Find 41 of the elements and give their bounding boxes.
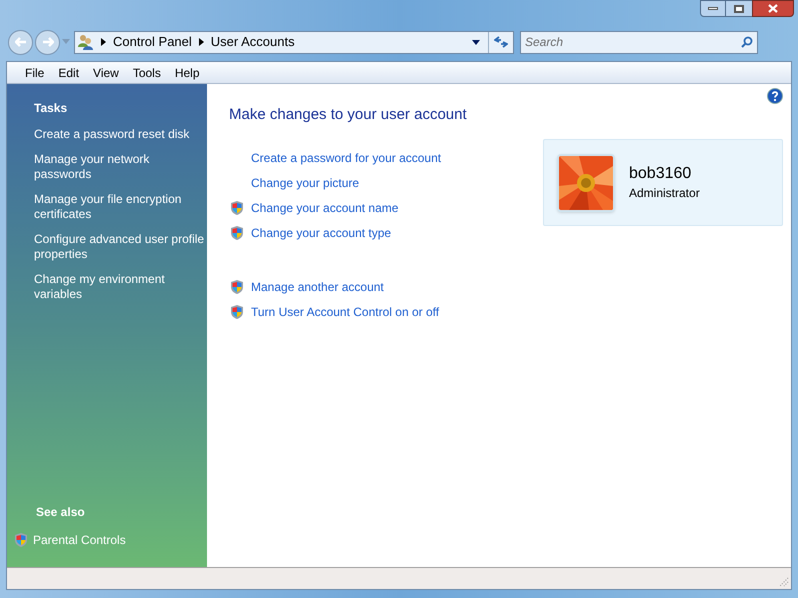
task-link[interactable]: Configure advanced user profile properties	[34, 232, 206, 262]
menu-item[interactable]: View	[87, 64, 125, 82]
dropdown-icon[interactable]	[472, 40, 480, 44]
see-also-heading: See also	[36, 504, 86, 521]
account-type: Administrator	[629, 184, 700, 202]
task-link[interactable]: Change your account name	[251, 198, 398, 216]
task-link[interactable]: Manage your network passwords	[34, 152, 206, 182]
task-link[interactable]: Manage your file encryption certificates	[34, 192, 206, 222]
breadcrumb[interactable]: Control Panel	[113, 32, 192, 52]
account-name: bob3160	[629, 164, 692, 184]
users-icon	[78, 34, 94, 50]
minimize-button[interactable]	[700, 0, 726, 17]
close-button[interactable]	[752, 0, 794, 17]
menu-item[interactable]: Edit	[52, 64, 86, 82]
refresh-icon	[494, 36, 508, 48]
task-link[interactable]: Change my environment variables	[34, 272, 206, 302]
back-arrow-icon	[14, 37, 26, 47]
close-icon	[768, 4, 778, 13]
breadcrumb[interactable]: User Accounts	[210, 32, 295, 52]
breadcrumb-arrow-icon[interactable]	[198, 38, 204, 46]
search-icon[interactable]	[741, 36, 753, 48]
breadcrumb-arrow-icon[interactable]	[101, 38, 106, 46]
menu-item[interactable]: Tools	[126, 64, 167, 82]
task-link[interactable]: Manage another account	[251, 278, 384, 296]
tasks-heading: Tasks	[34, 100, 68, 117]
menu-item[interactable]: File	[19, 64, 50, 82]
search-field[interactable]: Search	[520, 30, 758, 54]
page-title: Make changes to your user account	[229, 105, 467, 125]
task-link[interactable]: Create a password for your account	[251, 148, 442, 166]
menu-item[interactable]: Help	[168, 64, 206, 82]
help-icon[interactable]	[767, 88, 783, 104]
task-link[interactable]: Turn User Account Control on or off	[251, 302, 440, 320]
forward-button[interactable]	[35, 30, 60, 54]
address-bar[interactable]: Control Panel User Accounts	[74, 30, 514, 54]
maximize-button[interactable]	[726, 0, 752, 17]
task-link[interactable]: Change your account type	[251, 224, 392, 242]
task-link[interactable]: Change your picture	[251, 174, 360, 192]
resize-grip-icon[interactable]	[779, 577, 789, 587]
forward-arrow-icon	[42, 37, 54, 47]
task-link[interactable]: Create a password reset disk	[34, 127, 206, 142]
back-button[interactable]	[8, 30, 33, 54]
